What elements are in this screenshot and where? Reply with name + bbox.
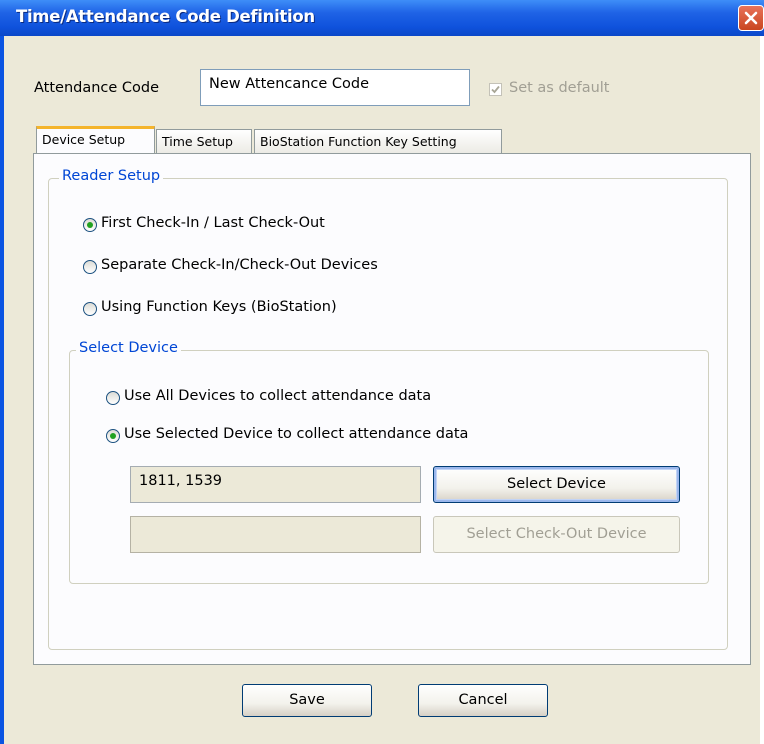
- use-selected-device-label: Use Selected Device to collect attendanc…: [124, 426, 469, 442]
- selected-devices-field[interactable]: 1811, 1539: [130, 466, 421, 503]
- dialog-window: Time/Attendance Code Definition Attendan…: [0, 0, 764, 744]
- device-setup-panel: Reader Setup First Check-In / Last Check…: [33, 153, 751, 665]
- radio-use-selected-device[interactable]: [106, 429, 120, 443]
- close-button[interactable]: [738, 5, 764, 31]
- close-icon: [744, 11, 758, 25]
- radio-separate-checkin-checkout[interactable]: [83, 260, 97, 274]
- radio-use-all-devices[interactable]: [106, 391, 120, 405]
- reader-setup-legend: Reader Setup: [59, 168, 164, 184]
- use-all-devices-label: Use All Devices to collect attendance da…: [124, 388, 432, 404]
- tab-time-setup[interactable]: Time Setup: [156, 129, 252, 153]
- radio-using-function-keys[interactable]: [83, 302, 97, 316]
- tab-biostation-function-key[interactable]: BioStation Function Key Setting: [254, 129, 502, 153]
- title-bar[interactable]: Time/Attendance Code Definition: [0, 0, 764, 36]
- using-function-keys-label: Using Function Keys (BioStation): [101, 299, 337, 315]
- select-device-button[interactable]: Select Device: [433, 466, 680, 503]
- select-checkout-device-button: Select Check-Out Device: [433, 516, 680, 553]
- checkout-device-field: [130, 516, 421, 553]
- radio-first-checkin-last-checkout[interactable]: [83, 218, 97, 232]
- set-as-default-label: Set as default: [509, 80, 610, 96]
- attendance-code-label: Attendance Code: [34, 80, 160, 96]
- select-device-legend: Select Device: [76, 340, 181, 356]
- tab-device-setup[interactable]: Device Setup: [36, 126, 155, 153]
- first-checkin-last-checkout-label: First Check-In / Last Check-Out: [101, 215, 325, 231]
- set-as-default-checkbox[interactable]: [489, 83, 502, 96]
- cancel-button[interactable]: Cancel: [418, 684, 548, 717]
- attendance-code-input[interactable]: New Attencance Code: [200, 69, 470, 106]
- separate-checkin-checkout-label: Separate Check-In/Check-Out Devices: [101, 257, 378, 273]
- window-title: Time/Attendance Code Definition: [16, 7, 315, 26]
- checkmark-icon: [491, 85, 500, 94]
- save-button[interactable]: Save: [242, 684, 372, 717]
